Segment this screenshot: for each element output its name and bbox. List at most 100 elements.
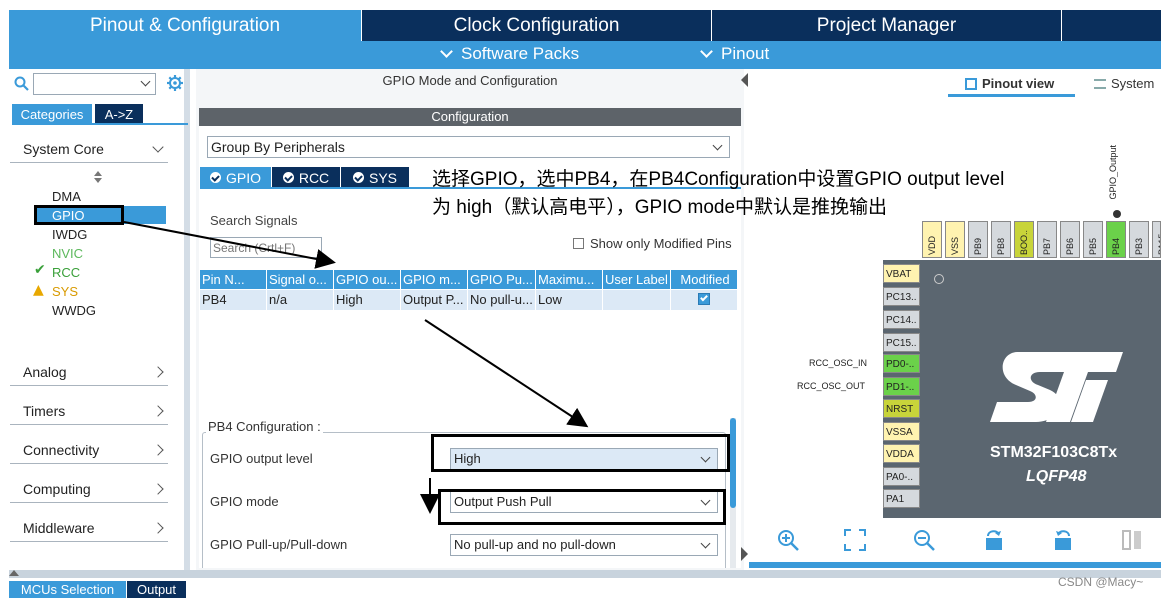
tab-output[interactable]: Output xyxy=(127,581,186,598)
pin-vssa[interactable]: VSSA xyxy=(883,422,920,441)
search-icon[interactable] xyxy=(14,76,30,92)
pin-pd0[interactable]: PD0-.. xyxy=(883,354,920,373)
table-cell-gpio-pull[interactable]: No pull-u... xyxy=(468,290,536,310)
pin-pa0[interactable]: PA0-.. xyxy=(883,467,920,486)
collapse-left-icon[interactable] xyxy=(741,73,748,87)
tab-pinout-view[interactable]: Pinout view xyxy=(965,76,1054,91)
pin-pb3[interactable]: PB3 xyxy=(1129,221,1149,258)
pin-pc14[interactable]: PC14.. xyxy=(883,310,920,329)
tab-mcus-selection[interactable]: MCUs Selection xyxy=(9,581,126,598)
list-item-dma[interactable]: DMA xyxy=(52,187,81,205)
pin-vbat[interactable]: VBAT xyxy=(883,264,920,283)
column-header-gpio-output[interactable]: GPIO ou... xyxy=(334,270,401,289)
toolbar xyxy=(749,518,1161,562)
list-item-wwdg[interactable]: WWDG xyxy=(52,301,96,319)
pin-pb8[interactable]: PB8 xyxy=(991,221,1011,258)
right-scrollbar[interactable] xyxy=(749,562,1161,568)
section-label: Connectivity xyxy=(23,441,100,458)
pinout-menu[interactable]: Pinout xyxy=(700,44,769,64)
pin-pd1[interactable]: PD1-.. xyxy=(883,377,920,396)
watermark: CSDN @Macy~ xyxy=(1058,575,1144,589)
rotate-right-icon[interactable] xyxy=(982,528,1006,552)
pin-vss[interactable]: VSS xyxy=(945,221,965,258)
list-item-nvic[interactable]: NVIC xyxy=(52,244,83,262)
column-header-signal[interactable]: Signal o... xyxy=(267,270,334,289)
chip-name: STM32F103C8Tx xyxy=(990,444,1118,461)
column-header-user-label[interactable]: User Label xyxy=(603,270,671,289)
tab-project-manager[interactable]: Project Manager xyxy=(712,10,1061,41)
table-cell-signal[interactable]: n/a xyxy=(267,290,334,310)
list-item-sys[interactable]: SYS xyxy=(52,282,78,300)
sort-up-icon[interactable] xyxy=(94,171,102,176)
zoom-in-icon[interactable] xyxy=(776,528,800,552)
section-system-core[interactable]: System Core xyxy=(10,135,168,163)
table-cell-maximum[interactable]: Low xyxy=(536,290,603,310)
section-analog[interactable]: Analog xyxy=(10,358,168,386)
pin-pb5[interactable]: PB5 xyxy=(1083,221,1103,258)
pin-pa15[interactable]: PA15 xyxy=(1152,221,1161,258)
chevron-right-icon xyxy=(152,482,164,495)
tab-extra[interactable] xyxy=(1062,10,1161,41)
tab-label: RCC xyxy=(298,169,330,186)
pin-pb7[interactable]: PB7 xyxy=(1037,221,1057,258)
modified-checkbox[interactable] xyxy=(698,293,710,305)
gpio-pull-select[interactable]: No pull-up and no pull-down xyxy=(450,534,718,556)
software-packs-menu[interactable]: Software Packs xyxy=(440,44,579,64)
column-header-maximum[interactable]: Maximu... xyxy=(536,270,603,289)
rotate-left-icon[interactable] xyxy=(1051,528,1075,552)
list-item-rcc[interactable]: RCC xyxy=(52,263,80,281)
tab-a-z[interactable]: A->Z xyxy=(95,104,143,124)
section-computing[interactable]: Computing xyxy=(10,475,168,503)
pin-pb6[interactable]: PB6 xyxy=(1060,221,1080,258)
section-label: Analog xyxy=(23,363,67,380)
section-label: System Core xyxy=(23,140,104,157)
pin-pb4[interactable]: PB4 xyxy=(1106,221,1126,258)
pin-vdda[interactable]: VDDA xyxy=(883,444,920,463)
st-logo xyxy=(990,352,1123,422)
table-cell-user-label[interactable] xyxy=(603,290,671,310)
pb4-config-title: PB4 Configuration : xyxy=(206,419,323,434)
annotation-box-gpio-mode xyxy=(438,489,726,525)
table-cell-gpio-mode[interactable]: Output P... xyxy=(401,290,468,310)
chip-icon xyxy=(965,77,977,90)
list-item-iwdg[interactable]: IWDG xyxy=(52,225,87,243)
zoom-out-icon[interactable] xyxy=(912,528,936,552)
search-input[interactable] xyxy=(33,73,156,95)
search-signals-input[interactable] xyxy=(210,237,322,258)
table-cell-gpio-output[interactable]: High xyxy=(334,290,401,310)
collapse-right-icon[interactable] xyxy=(741,547,748,561)
column-header-gpio-mode[interactable]: GPIO m... xyxy=(401,270,468,289)
table-cell-pin[interactable]: PB4 xyxy=(200,290,267,310)
column-header-pin[interactable]: Pin N... xyxy=(200,270,267,289)
tab-rcc[interactable]: RCC xyxy=(272,167,340,188)
fit-icon[interactable] xyxy=(843,528,867,552)
expand-up-icon[interactable] xyxy=(9,570,19,576)
pin-pb9[interactable]: PB9 xyxy=(968,221,988,258)
tab-clock-configuration[interactable]: Clock Configuration xyxy=(362,10,711,41)
pushpin-icon xyxy=(1113,210,1121,218)
section-middleware[interactable]: Middleware xyxy=(10,514,168,542)
pin-pc15[interactable]: PC15.. xyxy=(883,333,920,352)
tab-sys[interactable]: SYS xyxy=(341,167,409,188)
group-select[interactable]: Group By Peripherals xyxy=(207,136,730,158)
tab-gpio[interactable]: GPIO xyxy=(200,167,271,188)
column-header-gpio-pull[interactable]: GPIO Pu... xyxy=(468,270,536,289)
gear-icon[interactable] xyxy=(166,74,184,92)
show-modified-checkbox[interactable] xyxy=(573,238,584,249)
section-connectivity[interactable]: Connectivity xyxy=(10,436,168,464)
pin-boot0[interactable]: BOO.. xyxy=(1014,221,1034,258)
tab-categories[interactable]: Categories xyxy=(12,104,92,124)
scrollbar-thumb[interactable] xyxy=(730,418,736,508)
tab-system-view[interactable]: System xyxy=(1094,76,1154,91)
table-cell-modified[interactable] xyxy=(671,290,738,310)
pin-nrst[interactable]: NRST xyxy=(883,399,920,418)
tab-pinout-configuration[interactable]: Pinout & Configuration xyxy=(9,10,361,41)
column-header-modified[interactable]: Modified xyxy=(671,270,738,289)
pin-vdd[interactable]: VDD xyxy=(922,221,942,258)
pin-pa1[interactable]: PA1 xyxy=(883,489,920,508)
sort-down-icon[interactable] xyxy=(94,178,102,183)
pin-pc13[interactable]: PC13.. xyxy=(883,287,920,306)
section-timers[interactable]: Timers xyxy=(10,397,168,425)
split-icon[interactable] xyxy=(1120,528,1144,552)
annotation-box-gpio xyxy=(34,205,124,225)
